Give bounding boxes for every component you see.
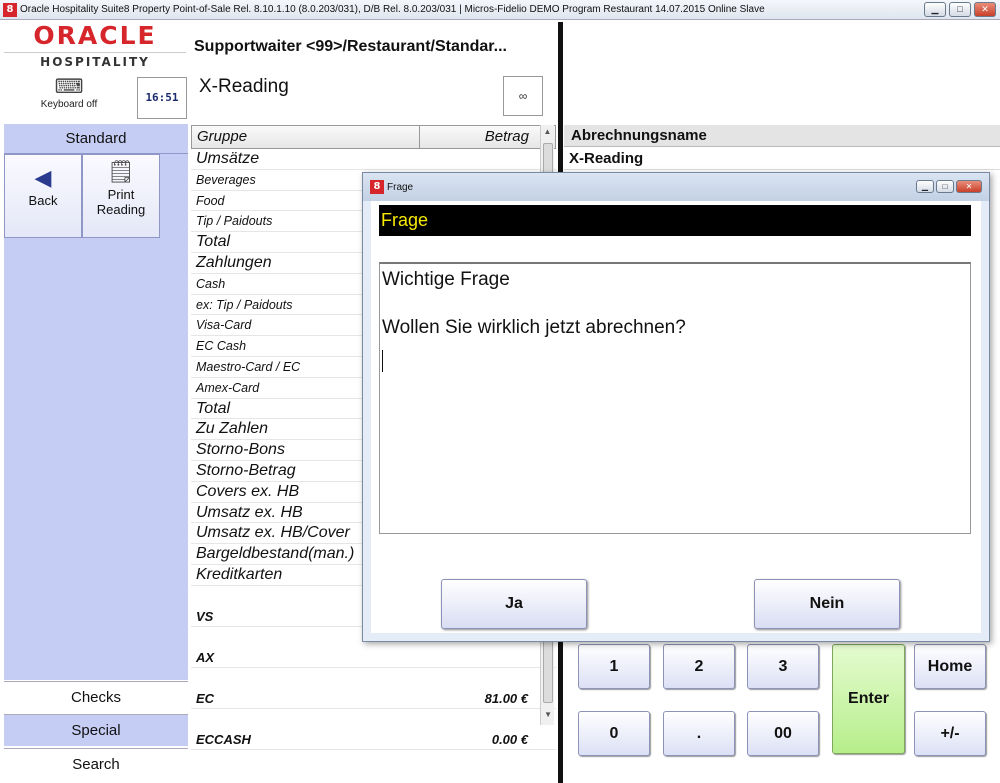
logo-brand: ORACLE xyxy=(33,21,157,50)
tab-search[interactable]: Search xyxy=(4,748,188,783)
column-header-amount[interactable]: Betrag xyxy=(420,126,534,148)
maximize-button[interactable]: □ xyxy=(949,2,971,17)
back-label: Back xyxy=(28,193,58,208)
key-1[interactable]: 1 xyxy=(578,644,650,689)
dialog-minimize-button[interactable]: ▁ xyxy=(916,180,934,193)
dialog-message: Wichtige Frage Wollen Sie wirklich jetzt… xyxy=(379,262,971,534)
row-amount: 0.00 € xyxy=(491,731,528,747)
dialog-message-title: Wichtige Frage xyxy=(382,269,510,290)
tab-checks[interactable]: Checks xyxy=(4,681,188,713)
dialog-banner: Frage xyxy=(379,205,971,236)
page-title: Supportwaiter <99>/Restaurant/Standar... xyxy=(194,38,507,55)
key-2[interactable]: 2 xyxy=(663,644,735,689)
billing-name-row[interactable]: X-Reading xyxy=(564,148,1000,170)
scroll-down-icon[interactable]: ▼ xyxy=(544,710,552,719)
minimize-button[interactable]: ▁ xyxy=(924,2,946,17)
section-standard[interactable]: Standard xyxy=(4,124,188,154)
window-controls: ▁ □ ✕ xyxy=(924,2,996,17)
dialog-maximize-button[interactable]: □ xyxy=(936,180,954,193)
keyboard-label: Keyboard off xyxy=(40,99,98,110)
clock: 16:51 xyxy=(137,77,187,119)
window-titlebar: 8 Oracle Hospitality Suite8 Property Poi… xyxy=(0,0,1000,20)
left-panel: Standard ◀ Back 🗒 Print Reading xyxy=(4,124,188,680)
tab-special[interactable]: Special xyxy=(4,714,188,746)
close-button[interactable]: ✕ xyxy=(974,2,996,17)
keyboard-icon: ⌨ xyxy=(54,76,84,98)
key-plus-minus[interactable]: +/- xyxy=(914,711,986,756)
dialog-titlebar: 8 Frage ▁ □ ✕ xyxy=(363,173,989,201)
page-subtitle: X-Reading xyxy=(199,76,289,97)
view-button[interactable]: ∞ xyxy=(503,76,543,116)
column-header-billing-name[interactable]: Abrechnungsname xyxy=(564,125,1000,147)
row-amount xyxy=(419,149,533,169)
key-3[interactable]: 3 xyxy=(747,644,819,689)
dialog-app-icon: 8 xyxy=(370,180,384,194)
row-group: EC xyxy=(196,690,215,706)
key-home[interactable]: Home xyxy=(914,644,986,689)
question-dialog: 8 Frage ▁ □ ✕ Frage Wichtige Frage Wolle… xyxy=(362,172,990,642)
print-document-icon: 🗒 xyxy=(107,159,135,184)
pos-app: 8 Oracle Hospitality Suite8 Property Poi… xyxy=(0,0,1000,783)
dialog-body: Frage Wichtige Frage Wollen Sie wirklich… xyxy=(371,201,981,633)
table-row[interactable]: Umsätze xyxy=(191,149,556,170)
keyboard-toggle-button[interactable]: ⌨ Keyboard off xyxy=(4,74,134,120)
dialog-window-title: Frage xyxy=(387,181,414,193)
window-title: Oracle Hospitality Suite8 Property Point… xyxy=(20,4,765,15)
glasses-icon: ∞ xyxy=(518,89,528,103)
column-header-group[interactable]: Gruppe xyxy=(192,126,420,148)
print-reading-button[interactable]: 🗒 Print Reading xyxy=(82,154,160,238)
row-amount: 81.00 € xyxy=(484,690,528,706)
dialog-message-question: Wollen Sie wirklich jetzt abrechnen? xyxy=(382,317,686,338)
table-header: Gruppe Betrag xyxy=(191,125,556,149)
scroll-up-icon[interactable]: ▲ xyxy=(541,125,554,139)
key-enter[interactable]: Enter xyxy=(832,644,905,754)
text-cursor xyxy=(382,350,383,372)
print-reading-label: Print Reading xyxy=(96,187,146,217)
key-dot[interactable]: . xyxy=(663,711,735,756)
table-row[interactable]: EC 81.00 € xyxy=(191,668,556,709)
back-button[interactable]: ◀ Back xyxy=(4,154,82,238)
dialog-close-button[interactable]: ✕ xyxy=(956,180,982,193)
app-icon: 8 xyxy=(3,2,17,17)
logo-sub: HOSPITALITY xyxy=(4,52,186,69)
dialog-window-controls: ▁ □ ✕ xyxy=(916,180,982,193)
function-buttons: ◀ Back 🗒 Print Reading xyxy=(4,154,188,238)
no-button[interactable]: Nein xyxy=(754,579,900,629)
key-0[interactable]: 0 xyxy=(578,711,650,756)
row-group: Umsätze xyxy=(196,150,260,167)
back-arrow-icon: ◀ xyxy=(34,165,52,190)
key-00[interactable]: 00 xyxy=(747,711,819,756)
oracle-hospitality-logo: ORACLE HOSPITALITY xyxy=(4,22,186,72)
yes-button[interactable]: Ja xyxy=(441,579,587,629)
table-row[interactable]: ECCASH 0.00 € xyxy=(191,709,556,750)
row-group: ECCASH xyxy=(196,731,251,747)
